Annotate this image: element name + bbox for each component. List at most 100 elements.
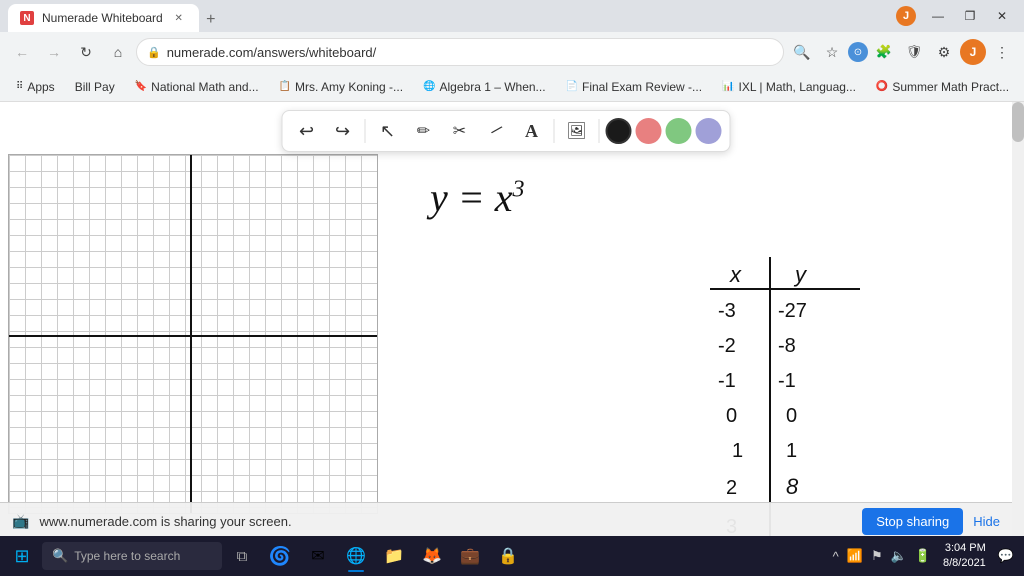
taskbar-search-icon: 🔍 bbox=[52, 548, 68, 564]
tray-notification[interactable]: 💬 bbox=[996, 546, 1016, 566]
color-purple-btn[interactable] bbox=[696, 118, 722, 144]
svg-text:2: 2 bbox=[726, 477, 737, 499]
taskbar-mail[interactable]: ✉ bbox=[300, 538, 336, 574]
refresh-btn[interactable]: ↻ bbox=[72, 38, 100, 66]
bk-algebra[interactable]: 🌐 Algebra 1 – When... bbox=[415, 78, 554, 96]
active-tab[interactable]: N Numerade Whiteboard ✕ bbox=[8, 4, 199, 32]
taskbar-search[interactable]: 🔍 Type here to search bbox=[42, 542, 222, 570]
math-equation: y = x3 bbox=[430, 174, 525, 221]
bk-summer-icon: ⭕ bbox=[876, 81, 888, 92]
image-btn[interactable]: 🖼 bbox=[561, 115, 593, 147]
ext3-btn[interactable]: 🛡 bbox=[900, 38, 928, 66]
start-btn[interactable]: ⊞ bbox=[4, 538, 40, 574]
system-clock[interactable]: 3:04 PM 8/8/2021 bbox=[937, 541, 992, 572]
taskbar-app7[interactable]: 🔒 bbox=[490, 538, 526, 574]
clock-time: 3:04 PM bbox=[943, 541, 986, 556]
bk-apps[interactable]: ⠿ Apps bbox=[8, 78, 63, 96]
svg-text:-8: -8 bbox=[778, 335, 796, 357]
user-profile-btn[interactable]: J bbox=[960, 39, 986, 65]
tab-favicon: N bbox=[20, 11, 34, 25]
tray-network[interactable]: 📶 bbox=[845, 546, 865, 566]
toolbar-sep2 bbox=[554, 119, 555, 143]
taskbar-chrome[interactable]: 🌐 bbox=[338, 538, 374, 574]
svg-text:y: y bbox=[793, 262, 808, 287]
redo-btn[interactable]: ↪ bbox=[327, 115, 359, 147]
lock-icon: 🔒 bbox=[147, 46, 161, 59]
bk-exam[interactable]: 📄 Final Exam Review -... bbox=[558, 78, 710, 96]
scrollbar-thumb[interactable] bbox=[1012, 102, 1024, 142]
window-controls: J — ❐ ✕ bbox=[892, 2, 1016, 30]
minimize-btn[interactable]: — bbox=[924, 2, 952, 30]
svg-text:0: 0 bbox=[786, 405, 797, 427]
home-btn[interactable]: ⌂ bbox=[104, 38, 132, 66]
bk-apps-label: Apps bbox=[27, 80, 54, 94]
tools-btn[interactable]: ✂ bbox=[444, 115, 476, 147]
address-bar[interactable]: 🔒 numerade.com/answers/whiteboard/ bbox=[136, 38, 784, 66]
ext2-btn[interactable]: 🧩 bbox=[870, 38, 898, 66]
taskbar-tray: ^ 📶 ⚑ 🔈 🔋 3:04 PM 8/8/2021 💬 bbox=[831, 541, 1020, 572]
hide-btn[interactable]: Hide bbox=[973, 514, 1000, 529]
ext1-btn[interactable]: ⊙ bbox=[848, 42, 868, 62]
pen-tool-btn[interactable]: ✏ bbox=[408, 115, 440, 147]
tray-wifi[interactable]: ⚑ bbox=[869, 546, 885, 566]
svg-text:x: x bbox=[729, 262, 742, 287]
tray-battery[interactable]: 🔋 bbox=[913, 546, 933, 566]
bk-summer[interactable]: ⭕ Summer Math Pract... bbox=[868, 78, 1017, 96]
bookmarks-bar: ⠿ Apps Bill Pay 🔖 National Math and... 📋… bbox=[0, 72, 1024, 102]
color-pink-btn[interactable] bbox=[636, 118, 662, 144]
svg-text:-1: -1 bbox=[778, 370, 796, 392]
bk-math1[interactable]: 🔖 National Math and... bbox=[127, 78, 267, 96]
ext4-btn[interactable]: ⚙ bbox=[930, 38, 958, 66]
undo-btn[interactable]: ↩ bbox=[291, 115, 323, 147]
svg-text:8: 8 bbox=[786, 474, 799, 499]
taskbar-task-view[interactable]: ⧉ bbox=[224, 538, 260, 574]
clock-date: 8/8/2021 bbox=[943, 556, 986, 571]
forward-btn[interactable]: → bbox=[40, 38, 68, 66]
profile-icon[interactable]: J bbox=[892, 2, 920, 30]
search-icon-btn[interactable]: 🔍 bbox=[788, 38, 816, 66]
bookmark-star-btn[interactable]: ☆ bbox=[818, 38, 846, 66]
svg-text:-27: -27 bbox=[778, 300, 807, 322]
new-tab-btn[interactable]: + bbox=[199, 8, 223, 32]
tray-speakers[interactable]: 🔈 bbox=[889, 546, 909, 566]
close-btn[interactable]: ✕ bbox=[988, 2, 1016, 30]
color-black-btn[interactable] bbox=[606, 118, 632, 144]
tab-close-btn[interactable]: ✕ bbox=[171, 10, 187, 26]
nav-icons: 🔍 ☆ ⊙ 🧩 🛡 ⚙ J ⋮ bbox=[788, 38, 1016, 66]
whiteboard-toolbar: ↩ ↪ ↖ ✏ ✂ / A 🖼 bbox=[282, 110, 731, 152]
bk-summer-label: Summer Math Pract... bbox=[892, 80, 1009, 94]
scrollbar[interactable] bbox=[1012, 102, 1024, 576]
maximize-btn[interactable]: ❐ bbox=[956, 2, 984, 30]
content-area: ↩ ↪ ↖ ✏ ✂ / A 🖼 bbox=[0, 102, 1024, 576]
back-btn[interactable]: ← bbox=[8, 38, 36, 66]
stop-sharing-btn[interactable]: Stop sharing bbox=[862, 508, 963, 535]
menu-btn[interactable]: ⋮ bbox=[988, 38, 1016, 66]
select-tool-btn[interactable]: ↖ bbox=[372, 115, 404, 147]
svg-text:1: 1 bbox=[786, 440, 797, 462]
toolbar-sep3 bbox=[599, 119, 600, 143]
bk-amy[interactable]: 📋 Mrs. Amy Koning -... bbox=[271, 78, 411, 96]
taskbar-apps: ⧉ 🌀 ✉ 🌐 📁 🦊 💼 🔒 bbox=[224, 538, 829, 574]
taskbar-files[interactable]: 📁 bbox=[376, 538, 412, 574]
url-text: numerade.com/answers/whiteboard/ bbox=[167, 45, 773, 60]
text-tool-btn[interactable]: A bbox=[516, 115, 548, 147]
tab-area: N Numerade Whiteboard ✕ + bbox=[8, 0, 884, 32]
bk-ixl-icon: 📊 bbox=[722, 81, 734, 92]
nav-bar: ← → ↻ ⌂ 🔒 numerade.com/answers/whiteboar… bbox=[0, 32, 1024, 72]
share-icon: 📺 bbox=[12, 513, 29, 530]
svg-text:-3: -3 bbox=[718, 300, 736, 322]
graph-grid bbox=[8, 154, 378, 514]
color-green-btn[interactable] bbox=[666, 118, 692, 144]
bk-amy-label: Mrs. Amy Koning -... bbox=[295, 80, 403, 94]
bk-algebra-icon: 🌐 bbox=[423, 81, 435, 92]
taskbar-app5[interactable]: 🦊 bbox=[414, 538, 450, 574]
taskbar-app6[interactable]: 💼 bbox=[452, 538, 488, 574]
title-bar: N Numerade Whiteboard ✕ + J — ❐ ✕ bbox=[0, 0, 1024, 32]
bk-ixl[interactable]: 📊 IXL | Math, Languag... bbox=[714, 78, 864, 96]
bk-algebra-label: Algebra 1 – When... bbox=[440, 80, 546, 94]
taskbar-edge[interactable]: 🌀 bbox=[262, 538, 298, 574]
bk-billpay[interactable]: Bill Pay bbox=[67, 78, 123, 96]
marker-btn[interactable]: / bbox=[473, 108, 518, 153]
taskbar: ⊞ 🔍 Type here to search ⧉ 🌀 ✉ 🌐 📁 bbox=[0, 536, 1024, 576]
tray-chevron[interactable]: ^ bbox=[831, 547, 841, 566]
